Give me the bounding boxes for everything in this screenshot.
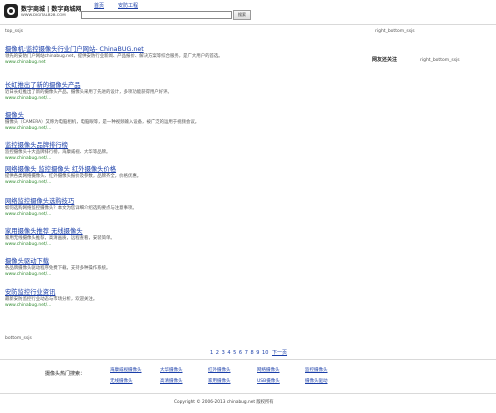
logo-sub: WWW.DIGITALB2B.COM xyxy=(21,12,66,17)
nav-security[interactable]: 安防工程 xyxy=(118,2,138,9)
result-desc: 领先的安防门户网站chinabug.net，提供安防行业新闻、产品报价、解决方案… xyxy=(5,54,223,59)
result-desc: 摄像头（CAMERA）又称为电脑相机，电脑眼等，是一种视频输入设备，被广泛的运用… xyxy=(5,120,200,125)
copyright: Copyright © 2006-2013 chinabug.net 版权所有 xyxy=(174,400,274,405)
page-link[interactable]: 6 xyxy=(239,350,242,356)
search-button[interactable]: 搜索 xyxy=(233,10,251,20)
footer-divider-bottom xyxy=(0,393,496,394)
footer-label: 摄像头热门搜索： xyxy=(45,371,86,377)
result-item: 摄像机:监控摄像头行业门户网站- ChinaBUG.net 领先的安防门户网站c… xyxy=(5,46,425,65)
page-link[interactable]: 4 xyxy=(227,350,230,356)
ad-label-top: top_ssjs xyxy=(5,29,23,34)
footer-link[interactable]: 大华摄像头 xyxy=(160,367,183,373)
result-url[interactable]: www.chinabug.net/... xyxy=(5,180,425,186)
footer-link[interactable]: 高清摄像头 xyxy=(160,378,183,384)
result-title[interactable]: 摄像头驱动下载 xyxy=(5,258,425,266)
result-title[interactable]: 网络摄像头 监控摄像头 红外摄像头价格 xyxy=(5,166,425,174)
result-url[interactable]: www.chinabug.net/... xyxy=(5,126,425,132)
footer-link[interactable]: 海康威视摄像头 xyxy=(110,367,142,373)
next-page-button[interactable]: 下一页 xyxy=(272,349,287,356)
result-item: 家用摄像头推荐 无线摄像头 家用无线摄像头推荐，高清画质，远程查看，安装简单。 … xyxy=(5,228,425,247)
header-divider xyxy=(0,24,496,25)
page-link[interactable]: 7 xyxy=(245,350,248,356)
footer-link[interactable]: 无线摄像头 xyxy=(110,378,133,384)
result-item: 长虹推出了新的摄像头产品 近日长虹推出了新的摄像头产品。摄像头采用了先进的设计，… xyxy=(5,82,425,101)
result-title[interactable]: 家用摄像头推荐 无线摄像头 xyxy=(5,228,425,236)
result-item: 网络摄像头 监控摄像头 红外摄像头价格 提供各类网络摄像头、红外摄像头报价及参数… xyxy=(5,166,425,185)
footer-divider-top xyxy=(0,359,496,360)
ad-label-bottom: bottom_ssjs xyxy=(5,336,32,341)
page-link[interactable]: 1 xyxy=(210,350,213,356)
page-link[interactable]: 8 xyxy=(250,350,253,356)
result-item: 安防监控行业资讯 最新安防监控行业动态与市场分析，欢迎关注。 www.china… xyxy=(5,289,425,308)
footer-link[interactable]: 网络摄像头 xyxy=(257,367,280,373)
result-url[interactable]: www.chinabug.net/... xyxy=(5,156,425,162)
result-url[interactable]: www.chinabug.net/... xyxy=(5,272,425,278)
result-url[interactable]: www.chinabug.net/... xyxy=(5,303,425,309)
result-item: 摄像头 摄像头（CAMERA）又称为电脑相机，电脑眼等，是一种视频输入设备，被广… xyxy=(5,112,425,131)
page-link[interactable]: 2 xyxy=(216,350,219,356)
result-title[interactable]: 网络监控摄像头选购技巧 xyxy=(5,198,425,206)
footer-link[interactable]: 红外摄像头 xyxy=(208,367,231,373)
page-link[interactable]: 3 xyxy=(222,350,225,356)
page-link[interactable]: 5 xyxy=(233,350,236,356)
result-title[interactable]: 摄像头 xyxy=(5,112,425,120)
footer-link[interactable]: 监控摄像头 xyxy=(305,367,328,373)
result-item: 网络监控摄像头选购技巧 如何选购网络监控摄像头？本文为您详细介绍选购要点与注意事… xyxy=(5,198,425,217)
pagination: 1 2 3 4 5 6 7 8 9 10 xyxy=(210,350,269,356)
result-title[interactable]: 长虹推出了新的摄像头产品 xyxy=(5,82,425,90)
footer-link[interactable]: USB摄像头 xyxy=(257,378,280,384)
ad-label-right-top: right_bottom_ssjs xyxy=(375,29,415,34)
page-link[interactable]: 10 xyxy=(262,350,268,356)
result-url[interactable]: www.chinabug.net/... xyxy=(5,96,425,102)
result-url[interactable]: www.chinabug.net/... xyxy=(5,212,425,218)
logo-icon xyxy=(4,4,18,18)
footer-link[interactable]: 摄像头驱动 xyxy=(305,378,328,384)
result-title[interactable]: 摄像机:监控摄像头行业门户网站- ChinaBUG.net xyxy=(5,46,425,54)
result-item: 摄像头驱动下载 各品牌摄像头驱动程序免费下载，支持多种操作系统。 www.chi… xyxy=(5,258,425,277)
result-title[interactable]: 监控摄像头品牌排行榜 xyxy=(5,142,425,150)
result-title[interactable]: 安防监控行业资讯 xyxy=(5,289,425,297)
result-url[interactable]: www.chinabug.net xyxy=(5,60,425,66)
page-link[interactable]: 9 xyxy=(256,350,259,356)
result-item: 监控摄像头品牌排行榜 监控摄像头十大品牌排行榜，海康威视、大华等品牌。 www.… xyxy=(5,142,425,161)
nav-home[interactable]: 首页 xyxy=(94,2,104,9)
footer-link[interactable]: 家用摄像头 xyxy=(208,378,231,384)
result-url[interactable]: www.chinabug.net/... xyxy=(5,242,425,248)
ad-label-right-b: right_bottom_ssjs xyxy=(420,58,460,63)
search-input[interactable] xyxy=(81,11,232,19)
